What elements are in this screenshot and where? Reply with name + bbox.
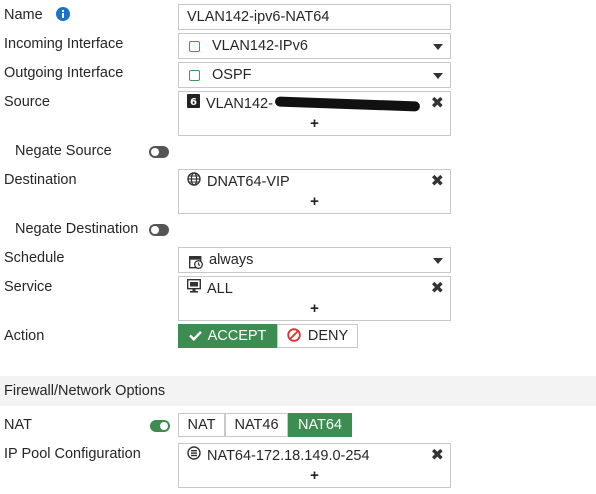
- schedule-icon: [188, 253, 203, 277]
- source-entry: 6 VLAN142-: [187, 94, 421, 114]
- deny-icon: [287, 327, 301, 349]
- ip-pool-configuration-label: IP Pool Configuration: [4, 446, 141, 462]
- nat-label: NAT: [4, 417, 32, 433]
- svg-text:6: 6: [190, 97, 197, 108]
- add-destination-button[interactable]: +: [179, 193, 450, 211]
- destination-field[interactable]: DNAT64-VIP ✖ +: [178, 169, 451, 214]
- negate-destination-toggle[interactable]: [149, 224, 169, 236]
- nat-option-nat[interactable]: NAT: [178, 413, 225, 437]
- outgoing-interface-select[interactable]: OSPF: [178, 62, 451, 88]
- add-source-button[interactable]: +: [179, 115, 450, 133]
- service-icon: [186, 279, 202, 299]
- toggle-knob: [151, 148, 159, 156]
- destination-entry: DNAT64-VIP: [187, 172, 290, 192]
- chevron-down-icon: [433, 258, 443, 264]
- schedule-label: Schedule: [4, 250, 65, 266]
- add-service-button[interactable]: +: [179, 300, 450, 318]
- interface-icon: [189, 41, 200, 52]
- toggle-knob: [151, 226, 159, 234]
- ip-pool-field[interactable]: NAT64-172.18.149.0-254 ✖ +: [178, 443, 451, 488]
- interface-icon: [189, 70, 200, 81]
- remove-icon[interactable]: ✖: [431, 172, 444, 192]
- toggle-knob: [160, 422, 168, 430]
- destination-label: Destination: [4, 172, 77, 188]
- negate-destination-label: Negate Destination: [15, 221, 139, 237]
- source-field[interactable]: 6 VLAN142- ✖ +: [178, 91, 451, 136]
- globe-icon: [187, 172, 201, 192]
- remove-icon[interactable]: ✖: [431, 279, 444, 299]
- add-ip-pool-button[interactable]: +: [179, 467, 450, 485]
- schedule-value: always: [209, 252, 254, 268]
- incoming-interface-label: Incoming Interface: [4, 36, 124, 52]
- address-group-icon: 6: [187, 94, 200, 114]
- schedule-select[interactable]: always: [178, 247, 451, 273]
- incoming-interface-value: VLAN142-IPv6: [212, 38, 308, 54]
- outgoing-interface-value: OSPF: [212, 67, 252, 83]
- remove-icon[interactable]: ✖: [431, 94, 444, 114]
- service-field[interactable]: ALL ✖ +: [178, 276, 451, 321]
- ip-pool-icon: [187, 446, 201, 466]
- name-input[interactable]: VLAN142-ipv6-NAT64: [178, 4, 451, 30]
- negate-source-label: Negate Source: [15, 143, 112, 159]
- outgoing-interface-label: Outgoing Interface: [4, 65, 124, 81]
- nat-option-nat46[interactable]: NAT46: [225, 413, 288, 437]
- service-entry: ALL: [186, 279, 233, 299]
- deny-button[interactable]: DENY: [277, 324, 358, 348]
- nat-toggle[interactable]: [150, 420, 170, 432]
- firewall-network-options-header: Firewall/Network Options: [0, 376, 596, 406]
- chevron-down-icon: [433, 44, 443, 50]
- ip-pool-entry: NAT64-172.18.149.0-254: [187, 446, 370, 466]
- accept-button[interactable]: ACCEPT: [178, 324, 277, 348]
- checkmark-icon: [188, 326, 202, 348]
- redaction-mark: [274, 96, 421, 112]
- negate-source-toggle[interactable]: [149, 146, 169, 158]
- info-icon[interactable]: [55, 7, 70, 25]
- incoming-interface-select[interactable]: VLAN142-IPv6: [178, 33, 451, 59]
- remove-icon[interactable]: ✖: [431, 446, 444, 466]
- service-label: Service: [4, 279, 53, 295]
- nat-option-nat64[interactable]: NAT64: [288, 413, 352, 437]
- chevron-down-icon: [433, 73, 443, 79]
- name-row-label: Name: [4, 7, 70, 25]
- action-label: Action: [4, 328, 45, 344]
- source-label: Source: [4, 94, 50, 110]
